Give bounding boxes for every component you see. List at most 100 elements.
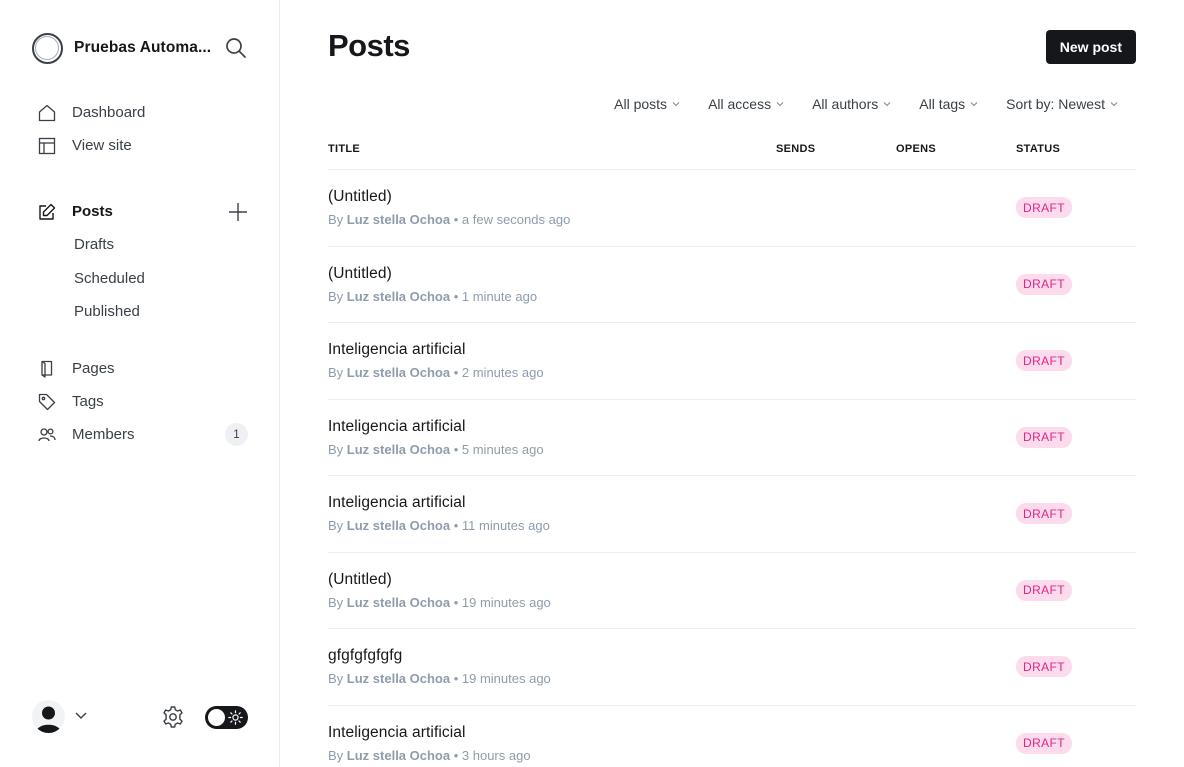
nav-pages-label: Pages	[72, 360, 115, 377]
filter-access-label: All access	[708, 96, 772, 112]
search-icon[interactable]	[224, 36, 248, 60]
posts-list: (Untitled) By Luz stella Ochoa • a few s…	[328, 170, 1136, 767]
nav-dashboard-label: Dashboard	[72, 104, 146, 121]
post-title: Inteligencia artificial	[328, 494, 466, 511]
post-by: By	[328, 441, 344, 457]
post-by: By	[328, 212, 344, 227]
post-row[interactable]: Inteligencia artificial By Luz stella Oc…	[328, 706, 1136, 767]
status-badge: DRAFT	[1016, 426, 1072, 448]
nav-dashboard[interactable]: Dashboard	[32, 96, 248, 129]
post-row[interactable]: gfgfgfgfgfg By Luz stella Ochoa • 19 min…	[328, 629, 1136, 706]
column-header-title: TITLE	[328, 143, 361, 155]
new-post-button[interactable]: New post	[1045, 30, 1136, 64]
column-header-sends: SENDS	[776, 143, 816, 155]
post-title: Inteligencia artificial	[328, 417, 466, 435]
post-meta: By Luz stella Ochoa • 5 minutes ago	[328, 441, 544, 457]
nav-tags[interactable]: Tags	[32, 385, 248, 418]
post-row[interactable]: (Untitled) By Luz stella Ochoa • a few s…	[328, 170, 1136, 247]
post-meta: By Luz stella Ochoa • 3 hours ago	[328, 747, 531, 763]
status-badge: DRAFT	[1016, 579, 1072, 601]
filter-sort-label: Sort by: Newest	[1006, 96, 1105, 112]
filter-tags[interactable]: All tags	[919, 94, 978, 114]
post-time: 19 minutes ago	[461, 671, 551, 686]
post-author: Luz stella Ochoa	[346, 212, 451, 227]
status-badge: DRAFT	[1016, 732, 1072, 754]
post-row[interactable]: Inteligencia artificial By Luz stella Oc…	[328, 400, 1136, 476]
post-title: Inteligencia artificial	[328, 723, 466, 741]
post-meta: By Luz stella Ochoa • 19 minutes ago	[328, 594, 551, 610]
sidebar-footer	[32, 695, 248, 735]
post-author: Luz stella Ochoa	[346, 288, 451, 304]
column-header-opens: OPENS	[896, 143, 937, 155]
post-row[interactable]: Inteligencia artificial By Luz stella Oc…	[328, 476, 1136, 553]
post-meta: By Luz stella Ochoa • a few seconds ago	[328, 212, 571, 227]
plus-icon[interactable]	[228, 202, 248, 222]
avatar-icon[interactable]	[32, 700, 65, 733]
post-by: By	[328, 365, 344, 380]
nav-drafts[interactable]: Drafts	[32, 228, 248, 262]
status-badge: DRAFT	[1016, 273, 1072, 295]
post-by: By	[328, 747, 344, 763]
filter-sort[interactable]: Sort by: Newest	[1006, 94, 1118, 114]
status-badge: DRAFT	[1016, 503, 1072, 524]
filter-type-label: All posts	[614, 96, 668, 112]
post-time: 3 hours ago	[461, 747, 531, 763]
sidebar: Pruebas Automa... Dashboard View site Po…	[0, 0, 280, 767]
posts-edit-icon	[38, 203, 56, 221]
post-row[interactable]: (Untitled) By Luz stella Ochoa • 19 minu…	[328, 553, 1136, 629]
site-brand[interactable]: Pruebas Automa...	[32, 32, 248, 64]
post-time: 1 minute ago	[461, 288, 538, 304]
chevron-down-icon	[672, 102, 680, 107]
nav-pages[interactable]: Pages	[32, 352, 248, 385]
post-author: Luz stella Ochoa	[346, 365, 451, 380]
chevron-down-icon	[970, 102, 978, 107]
post-author: Luz stella Ochoa	[346, 441, 451, 457]
post-time: 5 minutes ago	[461, 441, 544, 457]
post-time: a few seconds ago	[461, 212, 571, 227]
nav-view-site[interactable]: View site	[32, 129, 248, 162]
column-header-status: STATUS	[1016, 143, 1061, 155]
site-logo-icon	[32, 32, 63, 64]
post-by: By	[328, 518, 344, 533]
nav-posts[interactable]: Posts	[32, 195, 248, 228]
nav-tags-label: Tags	[72, 393, 104, 410]
nav-members-label: Members	[72, 426, 135, 443]
view-site-icon	[38, 137, 56, 155]
post-by: By	[328, 594, 344, 610]
post-time: 2 minutes ago	[461, 365, 544, 380]
post-title: gfgfgfgfgfg	[328, 647, 403, 664]
theme-toggle[interactable]	[205, 706, 248, 729]
sun-icon	[228, 710, 243, 725]
home-icon	[38, 104, 56, 122]
post-author: Luz stella Ochoa	[346, 518, 451, 533]
site-name: Pruebas Automa...	[74, 39, 212, 56]
filter-access[interactable]: All access	[708, 94, 784, 114]
post-meta: By Luz stella Ochoa • 11 minutes ago	[328, 518, 550, 533]
filter-bar: All posts All access All authors All tag…	[586, 94, 1118, 114]
posts-nav: Posts Drafts Scheduled Published	[32, 195, 248, 329]
pages-icon	[38, 360, 56, 378]
filter-authors-label: All authors	[812, 96, 879, 112]
members-count-badge: 1	[225, 423, 248, 446]
filter-tags-label: All tags	[919, 96, 966, 112]
nav-scheduled[interactable]: Scheduled	[32, 262, 248, 296]
secondary-nav: Pages Tags Members 1	[32, 352, 248, 451]
post-title: (Untitled)	[328, 188, 392, 205]
nav-view-site-label: View site	[72, 137, 132, 154]
nav-published[interactable]: Published	[32, 295, 248, 329]
post-row[interactable]: (Untitled) By Luz stella Ochoa • 1 minut…	[328, 247, 1136, 323]
nav-members[interactable]: Members 1	[32, 418, 248, 451]
toggle-knob	[208, 709, 225, 726]
chevron-down-icon[interactable]	[74, 710, 88, 722]
filter-type[interactable]: All posts	[614, 94, 680, 114]
post-by: By	[328, 671, 344, 686]
nav-posts-label: Posts	[72, 203, 113, 220]
post-time: 19 minutes ago	[461, 594, 551, 610]
chevron-down-icon	[776, 102, 784, 107]
post-author: Luz stella Ochoa	[346, 594, 451, 610]
post-title: (Untitled)	[328, 570, 392, 588]
status-badge: DRAFT	[1016, 350, 1072, 371]
post-row[interactable]: Inteligencia artificial By Luz stella Oc…	[328, 323, 1136, 400]
filter-authors[interactable]: All authors	[812, 94, 891, 114]
gear-icon[interactable]	[161, 705, 185, 729]
